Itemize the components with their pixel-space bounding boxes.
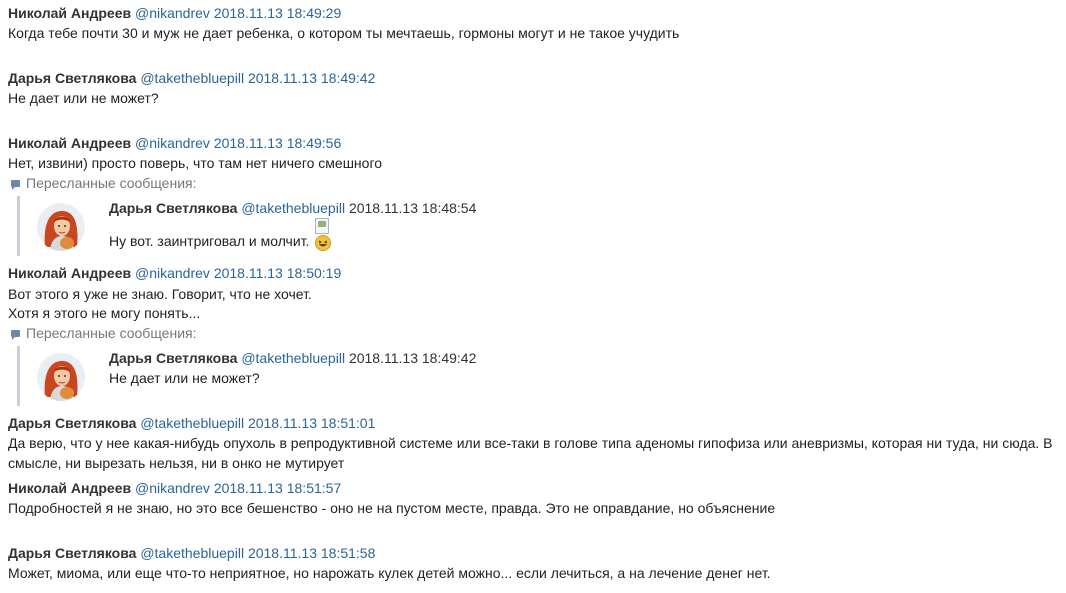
message-header: Николай Андреев @nikandrev 2018.11.13 18… xyxy=(8,478,341,498)
laughing-emoji-icon xyxy=(315,235,331,251)
message-author: Николай Андреев xyxy=(8,135,132,151)
message-header: Дарья Светлякова @takethebluepill 2018.1… xyxy=(8,413,375,433)
message-author: Дарья Светлякова xyxy=(8,415,137,431)
message-text: Когда тебе почти 30 и муж не дает ребенк… xyxy=(8,25,680,41)
message-timestamp: 2018.11.13 18:48:54 xyxy=(348,200,477,216)
message-header: Николай Андреев @nikandrev 2018.11.13 18… xyxy=(8,263,341,283)
forwarded-messages-label: Пересланные сообщения: xyxy=(11,323,197,343)
message-handle-link[interactable]: @nikandrev xyxy=(135,265,210,281)
message-header: Николай Андреев @nikandrev 2018.11.13 18… xyxy=(8,3,341,23)
message-handle-link[interactable]: @takethebluepill xyxy=(140,415,244,431)
message-handle-link[interactable]: @takethebluepill xyxy=(140,545,244,561)
message-timestamp-link[interactable]: 2018.11.13 18:50:19 xyxy=(214,265,341,281)
message-text: Нет, извини) просто поверь, что там нет … xyxy=(8,155,383,171)
message-header: Дарья Светлякова @takethebluepill 2018.1… xyxy=(8,68,375,88)
forwarded-label-text: Пересланные сообщения: xyxy=(26,175,197,191)
message-header: Николай Андреев @nikandrev 2018.11.13 18… xyxy=(8,133,341,153)
message-handle-link[interactable]: @takethebluepill xyxy=(241,200,345,216)
message-timestamp-link[interactable]: 2018.11.13 18:49:42 xyxy=(248,70,375,86)
message-handle-link[interactable]: @takethebluepill xyxy=(241,350,345,366)
forwarded-quote-bar xyxy=(17,346,20,406)
message-text: Подробностей я не знаю, но это все бешен… xyxy=(8,500,776,516)
forwarded-label-text: Пересланные сообщения: xyxy=(26,325,197,341)
message-timestamp-link[interactable]: 2018.11.13 18:51:57 xyxy=(214,480,341,496)
message-text: Да верю, что у нее какая-нибудь опухоль … xyxy=(8,435,1053,471)
message-text-line: Хотя я этого не могу понять... xyxy=(8,305,201,321)
forwarded-messages-label: Пересланные сообщения: xyxy=(11,173,197,193)
comment-icon xyxy=(11,180,20,190)
message-text: Не дает или не может? xyxy=(8,90,159,106)
forwarded-quote-bar xyxy=(17,196,20,256)
avatar-image xyxy=(37,353,85,401)
avatar[interactable] xyxy=(37,203,85,251)
message-author: Дарья Светлякова xyxy=(109,350,238,366)
forwarded-message-header: Дарья Светлякова @takethebluepill 2018.1… xyxy=(109,348,476,368)
forwarded-message-header: Дарья Светлякова @takethebluepill 2018.1… xyxy=(109,198,476,218)
forwarded-message-text: Ну вот. заинтриговал и молчит. xyxy=(109,233,310,249)
message-author: Дарья Светлякова xyxy=(109,200,238,216)
message-author: Дарья Светлякова xyxy=(8,70,137,86)
message-timestamp-link[interactable]: 2018.11.13 18:49:29 xyxy=(214,5,341,21)
message-text: Может, миома, или еще что-то неприятное,… xyxy=(8,565,771,581)
message-header: Дарья Светлякова @takethebluepill 2018.1… xyxy=(8,543,375,563)
avatar[interactable] xyxy=(37,353,85,401)
message-handle-link[interactable]: @nikandrev xyxy=(135,135,210,151)
message-timestamp-link[interactable]: 2018.11.13 18:51:01 xyxy=(248,415,375,431)
message-author: Дарья Светлякова xyxy=(8,545,137,561)
comment-icon xyxy=(11,330,20,340)
forwarded-message-text: Не дает или не может? xyxy=(109,370,260,386)
message-text-line: Вот этого я уже не знаю. Говорит, что не… xyxy=(8,286,312,302)
message-timestamp-link[interactable]: 2018.11.13 18:51:58 xyxy=(248,545,375,561)
message-handle-link[interactable]: @nikandrev xyxy=(135,480,210,496)
message-author: Николай Андреев xyxy=(8,265,132,281)
message-handle-link[interactable]: @nikandrev xyxy=(135,5,210,21)
message-handle-link[interactable]: @takethebluepill xyxy=(140,70,244,86)
avatar-image xyxy=(37,203,85,251)
message-author: Николай Андреев xyxy=(8,480,132,496)
message-timestamp-link[interactable]: 2018.11.13 18:49:56 xyxy=(214,135,341,151)
message-timestamp: 2018.11.13 18:49:42 xyxy=(348,350,477,366)
broken-image-icon xyxy=(315,218,329,234)
message-author: Николай Андреев xyxy=(8,5,132,21)
